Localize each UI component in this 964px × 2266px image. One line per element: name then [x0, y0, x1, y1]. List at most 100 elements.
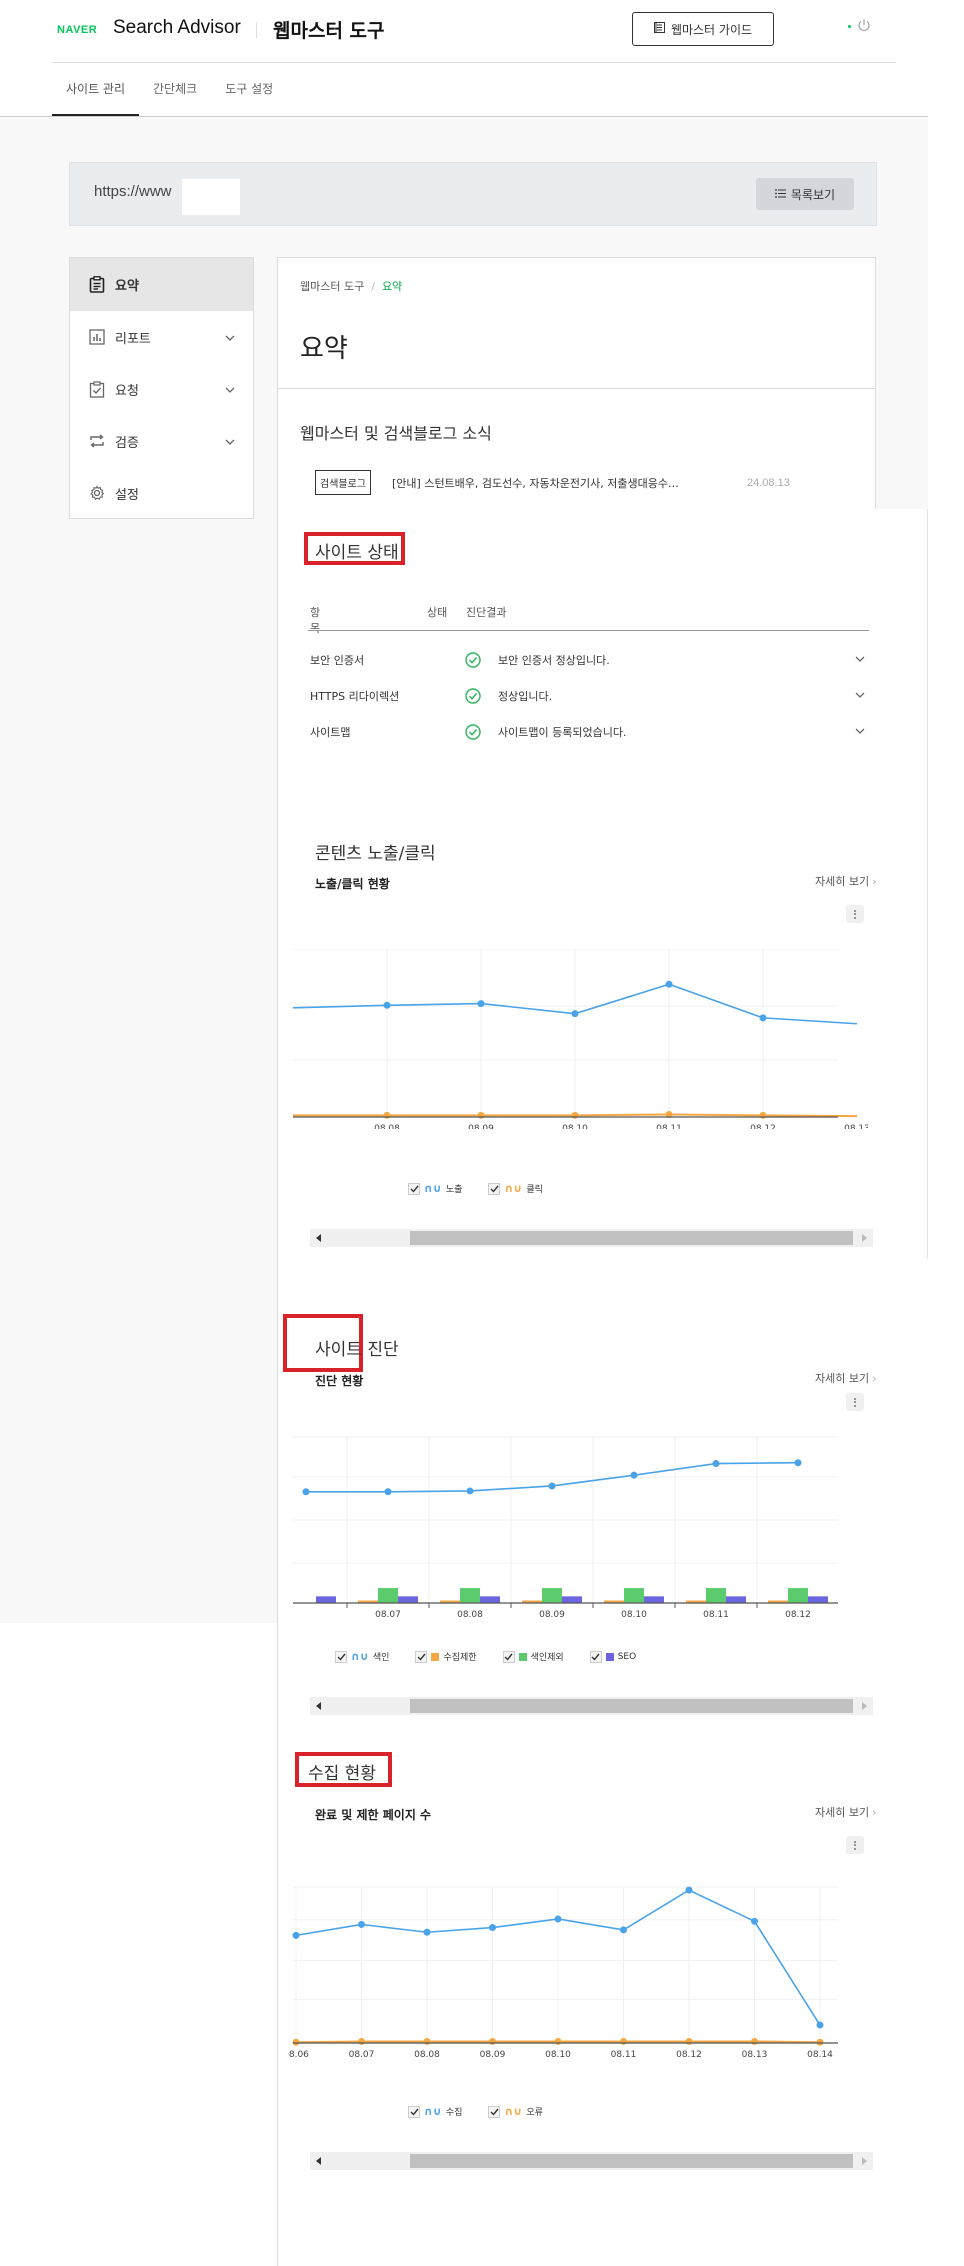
legend-label: SEO [617, 1651, 637, 1662]
checkbox-checked-icon[interactable] [488, 1182, 501, 1195]
legend-item-errors[interactable]: ∩∪ 오류 [488, 2105, 543, 2118]
webmaster-guide-button[interactable]: 웹마스터 가이드 [632, 12, 774, 46]
legend-item-index-excluded[interactable]: 색인제외 [502, 1650, 564, 1663]
legend-item-crawl-limit[interactable]: 수집제한 [415, 1650, 477, 1663]
bar-SEO [480, 1596, 500, 1603]
data-point [571, 1010, 579, 1018]
search-advisor-logo[interactable]: Search Advisor [113, 17, 241, 39]
x-tick-label: 08.07 [375, 1610, 401, 1619]
scroll-right-icon[interactable] [862, 2157, 867, 2165]
table-row[interactable]: 보안 인증서 보안 인증서 정상입니다. [310, 645, 865, 675]
x-tick-label: 08.10 [562, 1124, 588, 1129]
tab-site-management[interactable]: 사이트 관리 [52, 70, 140, 116]
sidebar-item-report[interactable]: 리포트 [70, 311, 253, 363]
legend-label: 수집제한 [443, 1653, 477, 1663]
chart-scrollbar[interactable] [310, 2152, 873, 2170]
chevron-down-icon[interactable] [855, 724, 865, 737]
naver-logo[interactable]: NAVER [57, 24, 97, 36]
data-point [292, 1931, 300, 1939]
bar-색인제외 [624, 1588, 644, 1603]
x-tick-label: 08.11 [703, 1610, 729, 1619]
chart-menu-button[interactable] [846, 1393, 864, 1411]
scroll-thumb[interactable] [410, 2154, 853, 2168]
data-point [302, 1488, 310, 1496]
content-exposure-title: 콘텐츠 노출/클릭 [315, 844, 436, 864]
data-point [685, 1886, 693, 1894]
legend-item-crawled[interactable]: ∩∪ 수집 [408, 2105, 462, 2118]
chevron-down-icon[interactable] [225, 434, 235, 449]
x-tick-label: 08.12 [750, 1124, 776, 1129]
data-point [489, 1924, 496, 1932]
x-tick-label: 08.09 [468, 1124, 494, 1129]
breadcrumb-item[interactable]: 웹마스터 도구 [300, 280, 364, 293]
legend-item-indexed[interactable]: ∩∪ 색인 [335, 1650, 389, 1663]
news-item[interactable]: 검색블로그 [안내] 스턴트배우, 검도선수, 자동차운전기사, 저출생대응수…… [315, 470, 855, 495]
chart-scrollbar[interactable] [310, 1229, 873, 1247]
tab-quick-check[interactable]: 간단체크 [139, 70, 211, 116]
scroll-thumb[interactable] [410, 1231, 853, 1245]
scroll-left-icon[interactable] [316, 1702, 321, 1710]
scroll-left-icon[interactable] [316, 2157, 321, 2165]
site-list-button[interactable]: 목록보기 [756, 178, 854, 210]
table-row[interactable]: 사이트맵 사이트맵이 등록되었습니다. [310, 717, 865, 747]
power-icon[interactable] [857, 17, 871, 36]
diagnosis-more-link[interactable]: 자세히 보기 › [815, 1370, 877, 1386]
chart-scrollbar[interactable] [310, 1697, 873, 1715]
checkbox-checked-icon[interactable] [335, 1650, 347, 1663]
sidebar-item-summary[interactable]: 요약 [70, 258, 253, 311]
news-section-title: 웹마스터 및 검색블로그 소식 [300, 424, 492, 443]
table-row[interactable]: HTTPS 리다이렉션 정상입니다. [310, 681, 865, 711]
sidebar-item-label: 요청 [115, 383, 139, 399]
checkbox-checked-icon[interactable] [415, 1650, 428, 1663]
scroll-right-icon[interactable] [862, 1234, 867, 1242]
sidebar-item-verification[interactable]: 검증 [70, 415, 253, 467]
data-point [794, 1459, 802, 1467]
legend-item-seo[interactable]: SEO [589, 1650, 637, 1663]
data-point [554, 1915, 562, 1923]
sidebar-item-settings[interactable]: 설정 [70, 467, 253, 519]
diagnosis-chart-legend: ∩∪ 색인 수집제한 색인제외 SEO [335, 1650, 636, 1663]
news-text[interactable]: [안내] 스턴트배우, 검도선수, 자동차운전기사, 저출생대응수… [392, 475, 732, 491]
tab-tool-settings[interactable]: 도구 설정 [211, 70, 287, 116]
legend-item-clicks[interactable]: ∩∪ 클릭 [488, 1182, 543, 1195]
sidebar-item-request[interactable]: 요청 [70, 363, 253, 415]
legend-label: 클릭 [526, 1185, 543, 1195]
crawl-chart-subtitle: 완료 및 제한 페이지 수 [315, 1808, 432, 1822]
checkbox-checked-icon[interactable] [408, 1182, 420, 1195]
chart-menu-button[interactable] [846, 905, 864, 923]
checkbox-checked-icon[interactable] [408, 2105, 420, 2118]
crawl-more-link[interactable]: 자세히 보기 › [815, 1804, 877, 1820]
scroll-right-icon[interactable] [862, 1702, 867, 1710]
chart-menu-button[interactable] [846, 1836, 864, 1854]
data-point [358, 2037, 365, 2045]
legend-label: 오류 [526, 2108, 543, 2118]
data-point [712, 1460, 720, 1468]
x-tick-label: 08.14 [807, 2050, 833, 2060]
scroll-left-icon[interactable] [316, 1234, 321, 1242]
more-link-label: 자세히 보기 [815, 1806, 870, 1819]
logout-area[interactable] [848, 17, 871, 36]
data-point [759, 1111, 767, 1119]
chevron-down-icon[interactable] [225, 330, 235, 345]
bar-색인제외 [542, 1588, 562, 1603]
chevron-down-icon[interactable] [225, 382, 235, 397]
guide-button-label: 웹마스터 가이드 [670, 22, 753, 37]
chevron-right-icon: › [872, 875, 877, 888]
checkbox-checked-icon[interactable] [589, 1650, 602, 1663]
chevron-down-icon[interactable] [855, 652, 865, 665]
checkbox-checked-icon[interactable] [488, 2105, 501, 2118]
row-item: 보안 인증서 [310, 654, 365, 667]
column-header-status: 상태 [427, 606, 448, 619]
exposure-more-link[interactable]: 자세히 보기 › [815, 873, 877, 889]
legend-item-impressions[interactable]: ∩∪ 노출 [408, 1182, 462, 1195]
exposure-chart-subtitle: 노출/클릭 현황 [315, 877, 390, 891]
chevron-down-icon[interactable] [855, 688, 865, 701]
webmaster-tool-title[interactable]: 웹마스터 도구 [273, 16, 385, 43]
line-series-icon: ∩∪ [424, 1182, 442, 1195]
exposure-click-chart: 08.08 08.09 08.10 08.11 08.12 08.13 [292, 949, 868, 1129]
row-result: 정상입니다. [498, 690, 553, 703]
checkbox-checked-icon[interactable] [502, 1650, 515, 1663]
scroll-thumb[interactable] [410, 1699, 853, 1713]
line-series-icon: ∩∪ [504, 2105, 523, 2118]
site-url: https://www [94, 183, 172, 200]
